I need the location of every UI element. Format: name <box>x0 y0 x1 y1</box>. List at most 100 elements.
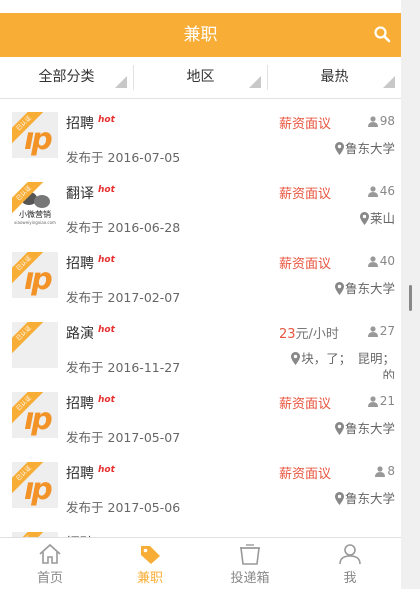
applicant-count: 21 <box>367 394 395 408</box>
date-prefix: 发布于 <box>66 430 104 445</box>
company-logo: ıp 已认证 <box>12 112 58 158</box>
user-icon <box>339 544 361 565</box>
job-title: 翻译 <box>66 186 94 202</box>
post-date: 发布于 2016-06-28 <box>66 217 180 236</box>
job-title: 招聘 <box>66 396 94 412</box>
date-prefix: 发布于 <box>66 500 104 515</box>
dropdown-triangle-icon <box>249 76 261 88</box>
list-item[interactable]: ıp 已认证 招聘 <box>0 519 401 537</box>
list-item[interactable]: ıp 已认证 招聘 hot 发布于 2017-02-07 薪资面议 40 鲁东大… <box>0 239 401 310</box>
list-item[interactable]: ıp 已认证 招聘 hot 发布于 2017-05-07 薪资面议 21 鲁东大… <box>0 379 401 450</box>
wechat-icon <box>34 195 50 208</box>
verified-ribbon: 已认证 <box>12 322 47 356</box>
location-value: 鲁东大学 <box>344 421 395 436</box>
tag-icon <box>141 546 160 564</box>
job-title: 招聘 <box>66 466 94 482</box>
company-logo: ıp 已认证 <box>12 462 58 508</box>
filter-region[interactable]: 地区 <box>134 57 267 98</box>
salary-value: 薪资面议 <box>279 257 332 272</box>
list-item[interactable]: 小微营销 xiaoweiyingxiao.com 已认证 翻译 hot 发布于 … <box>0 169 401 240</box>
location-value: 鲁东大学 <box>344 141 395 156</box>
person-icon <box>367 256 378 267</box>
map-pin-icon <box>334 422 344 435</box>
home-icon <box>39 543 61 564</box>
location-value: 莱山 <box>369 211 395 226</box>
salary-value: 23 <box>279 327 296 342</box>
salary: 薪资面议 <box>279 183 331 202</box>
list-item[interactable]: ıp 已认证 招聘 hot 发布于 2017-05-06 薪资面议 8 鲁东大学 <box>0 449 401 520</box>
hot-badge: hot <box>98 185 115 195</box>
tab-home[interactable]: 首页 <box>0 538 100 589</box>
app-header: 兼职 <box>0 13 401 57</box>
post-date: 发布于 2017-05-07 <box>66 427 180 446</box>
salary: 23元/小时 <box>279 323 339 342</box>
tab-me-label: 我 <box>343 571 357 586</box>
tab-home-label: 首页 <box>36 571 63 586</box>
job-list: ıp 已认证 招聘 hot 发布于 2016-07-05 薪资面议 98 鲁东大… <box>0 99 401 537</box>
location-value: 鲁东大学 <box>344 281 395 296</box>
location: 鲁东大学 <box>334 420 395 437</box>
person-icon <box>367 186 378 197</box>
applicant-count: 27 <box>367 324 395 338</box>
date-prefix: 发布于 <box>66 150 104 165</box>
location: 鲁东大学 <box>334 280 395 297</box>
tab-inbox-label: 投递箱 <box>230 571 270 586</box>
logo-subtext: xiaoweiyingxiao.com <box>14 220 56 225</box>
filter-region-label: 地区 <box>186 69 215 85</box>
post-date: 发布于 2017-02-07 <box>66 287 180 306</box>
list-item[interactable]: 已认证 路演 hot 发布于 2016-11-27 23元/小时 27 块，了；… <box>0 309 401 383</box>
map-pin-icon <box>291 352 301 365</box>
post-date: 发布于 2016-11-27 <box>66 357 180 376</box>
company-logo: ıp 已认证 <box>12 392 58 438</box>
map-pin-icon <box>334 142 344 155</box>
person-icon <box>375 466 386 477</box>
date-prefix: 发布于 <box>66 360 104 375</box>
job-title: 招聘 <box>66 116 94 132</box>
date-value: 2017-05-07 <box>107 430 181 445</box>
salary: 薪资面议 <box>279 463 331 482</box>
search-icon[interactable] <box>373 25 391 43</box>
hot-badge: hot <box>98 325 115 335</box>
salary-value: 薪资面议 <box>279 467 332 482</box>
map-pin-icon <box>334 282 344 295</box>
company-logo: ıp 已认证 <box>12 252 58 298</box>
job-title: 路演 <box>66 326 94 342</box>
salary-unit: 元/小时 <box>295 327 339 342</box>
date-value: 2017-05-06 <box>107 500 181 515</box>
hot-badge: hot <box>98 395 115 405</box>
person-icon <box>367 116 378 127</box>
filter-category[interactable]: 全部分类 <box>0 57 133 98</box>
count-value: 98 <box>379 114 395 128</box>
applicant-count: 40 <box>367 254 395 268</box>
date-value: 2016-11-27 <box>107 360 181 375</box>
filter-sort-label: 最热 <box>320 69 349 85</box>
tab-parttime-label: 兼职 <box>136 571 163 586</box>
filter-sort[interactable]: 最热 <box>268 57 401 98</box>
scrollbar[interactable] <box>409 285 412 311</box>
list-item[interactable]: ıp 已认证 招聘 hot 发布于 2016-07-05 薪资面议 98 鲁东大… <box>0 99 401 170</box>
tab-parttime[interactable]: 兼职 <box>100 538 200 589</box>
location-value: 鲁东大学 <box>344 491 395 506</box>
person-icon <box>367 396 378 407</box>
date-prefix: 发布于 <box>66 220 104 235</box>
count-value: 8 <box>387 464 395 478</box>
tab-inbox[interactable]: 投递箱 <box>200 538 300 589</box>
date-value: 2016-07-05 <box>107 150 181 165</box>
post-date: 发布于 2017-05-06 <box>66 497 180 516</box>
count-value: 46 <box>379 184 395 198</box>
hot-badge: hot <box>98 465 115 475</box>
filter-category-label: 全部分类 <box>38 69 95 85</box>
applicant-count: 46 <box>367 184 395 198</box>
salary-value: 薪资面议 <box>279 187 332 202</box>
applicant-count: 8 <box>375 464 395 478</box>
count-value: 40 <box>379 254 395 268</box>
dropdown-triangle-icon <box>115 76 127 88</box>
app-frame: 兼职 全部分类 地区 最热 ıp 已认证 招聘 hot 发布于 2016-07-… <box>0 0 401 589</box>
salary: 薪资面议 <box>279 253 331 272</box>
post-date: 发布于 2016-07-05 <box>66 147 180 166</box>
location: 鲁东大学 <box>334 140 395 157</box>
filter-bar: 全部分类 地区 最热 <box>0 57 401 99</box>
tab-me[interactable]: 我 <box>300 538 400 589</box>
date-prefix: 发布于 <box>66 290 104 305</box>
company-logo: 已认证 <box>12 322 58 368</box>
